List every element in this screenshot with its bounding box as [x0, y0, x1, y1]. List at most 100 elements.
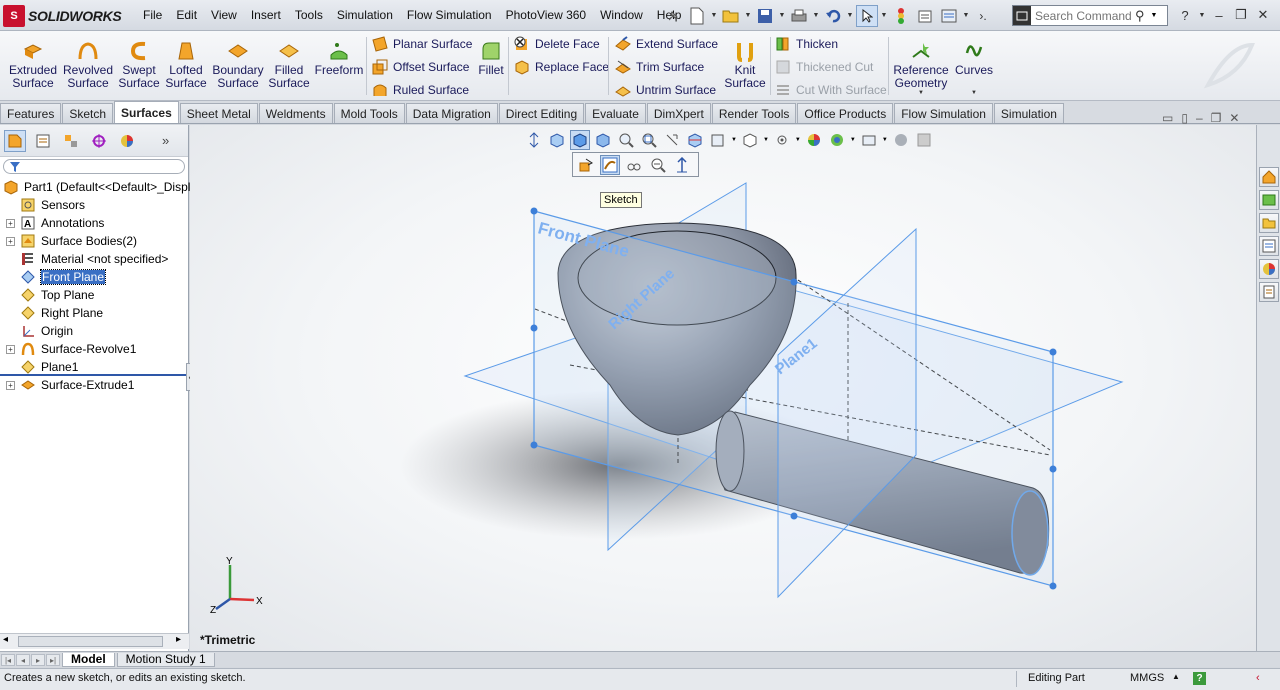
realview-icon[interactable] [891, 130, 911, 150]
edit-appearance-icon[interactable] [804, 130, 824, 150]
fillet-button[interactable]: Fillet [476, 35, 506, 97]
delete-face-button[interactable]: Delete Face [514, 34, 600, 54]
undo-icon[interactable] [822, 5, 844, 27]
search-icon[interactable]: ⚲ [1135, 8, 1145, 24]
solidworks-resources-icon[interactable] [1259, 167, 1279, 187]
tree-item-right-plane[interactable]: Right Plane [0, 304, 188, 322]
scrollbar-thumb[interactable] [18, 636, 163, 647]
thicken-button[interactable]: Thicken [775, 34, 838, 54]
boundary-surface-button[interactable]: Boundary Surface [212, 35, 264, 97]
doc-close-icon[interactable]: ✕ [1229, 111, 1239, 125]
tab-model[interactable]: Model [62, 652, 115, 667]
view-orientation-arrow-icon[interactable] [524, 130, 544, 150]
shadows-icon[interactable] [914, 130, 934, 150]
hide-show-icon[interactable] [624, 155, 644, 175]
doc-minimize-icon[interactable]: – [1196, 111, 1203, 125]
freeform-button[interactable]: Freeform [314, 35, 364, 97]
view-settings-icon[interactable] [859, 130, 879, 150]
menu-window[interactable]: Window [593, 0, 650, 31]
view-orientation-icon[interactable] [708, 130, 728, 150]
normal-to-view-icon[interactable] [570, 130, 590, 150]
tree-item-origin[interactable]: Origin [0, 322, 188, 340]
tab-sketch[interactable]: Sketch [62, 103, 114, 123]
tree-item-surface-revolve1[interactable]: + Surface-Revolve1 [0, 340, 188, 358]
appearances-icon[interactable] [1259, 259, 1279, 279]
chevron-down-icon[interactable]: ▼ [1198, 12, 1206, 19]
minimize-icon[interactable]: – [1210, 8, 1228, 23]
chevron-down-icon[interactable]: ▼ [778, 5, 786, 27]
custom-properties-icon[interactable] [1259, 282, 1279, 302]
rebuild-icon[interactable] [890, 5, 912, 27]
chevron-down-icon[interactable]: ▼ [795, 137, 801, 143]
new-document-icon[interactable] [686, 5, 708, 27]
apply-scene-icon[interactable] [827, 130, 847, 150]
dimxpert-manager-tab-icon[interactable] [88, 130, 110, 152]
tab-dimxpert[interactable]: DimXpert [646, 103, 711, 123]
options-icon[interactable] [938, 5, 960, 27]
thickened-cut-button[interactable]: Thickened Cut [775, 57, 873, 77]
prev-tab-icon[interactable]: ◂ [16, 653, 30, 666]
units-selector[interactable]: MMGS [1130, 672, 1164, 684]
swept-surface-button[interactable]: Swept Surface [118, 35, 160, 97]
next-tab-icon[interactable]: ▸ [31, 653, 45, 666]
open-folder-icon[interactable] [720, 5, 742, 27]
expand-panel-icon[interactable]: » [162, 133, 169, 148]
chevron-down-icon[interactable]: ▼ [962, 5, 970, 27]
ruled-surface-button[interactable]: Ruled Surface [372, 80, 469, 100]
chevron-down-icon[interactable]: ▼ [882, 137, 888, 143]
menu-edit[interactable]: Edit [169, 0, 204, 31]
design-library-icon[interactable] [1259, 190, 1279, 210]
tree-item-sensors[interactable]: Sensors [0, 196, 188, 214]
tree-item-surface-extrude1[interactable]: + Surface-Extrude1 [0, 376, 188, 394]
normal-to-icon[interactable] [672, 155, 692, 175]
tab-simulation[interactable]: Simulation [993, 103, 1064, 123]
knit-surface-button[interactable]: Knit Surface [722, 35, 768, 97]
tab-evaluate[interactable]: Evaluate [585, 103, 646, 123]
chevron-down-icon[interactable]: ▼ [971, 90, 977, 96]
tab-motion-study-1[interactable]: Motion Study 1 [116, 652, 215, 667]
menu-tools[interactable]: Tools [288, 0, 330, 31]
chevron-down-icon[interactable]: ▼ [918, 90, 924, 96]
tree-item-annotations[interactable]: + A Annotations [0, 214, 188, 232]
sketch-icon[interactable] [600, 154, 620, 175]
last-tab-icon[interactable]: ▸| [46, 653, 60, 666]
display-manager-tab-icon[interactable] [116, 130, 138, 152]
menu-simulation[interactable]: Simulation [330, 0, 400, 31]
close-icon[interactable]: ✕ [1254, 7, 1272, 23]
search-commands-box[interactable]: ⚲ ▼ [1012, 5, 1168, 26]
expand-status-icon[interactable]: ‹ [1256, 672, 1260, 684]
first-tab-icon[interactable]: |◂ [1, 653, 15, 666]
tree-horizontal-scrollbar[interactable]: ◂ ▸ [0, 633, 189, 649]
tab-surfaces[interactable]: Surfaces [114, 101, 179, 123]
tree-filter-box[interactable] [3, 159, 185, 174]
search-input[interactable] [1031, 8, 1131, 23]
menu-photoview[interactable]: PhotoView 360 [499, 0, 594, 31]
tab-mold-tools[interactable]: Mold Tools [333, 103, 405, 123]
chevron-down-icon[interactable]: ▼ [731, 137, 737, 143]
section-view-icon[interactable] [685, 130, 705, 150]
previous-view-icon[interactable] [662, 130, 682, 150]
menu-view[interactable]: View [204, 0, 244, 31]
zoom-to-area-icon[interactable] [639, 130, 659, 150]
more-icon[interactable]: ›. [972, 5, 994, 27]
file-explorer-icon[interactable] [1259, 213, 1279, 233]
pin-icon[interactable] [662, 5, 684, 27]
select-arrow-icon[interactable] [856, 4, 878, 27]
property-manager-tab-icon[interactable] [32, 130, 54, 152]
doc-restore-icon[interactable]: ❐ [1211, 111, 1222, 125]
tab-weldments[interactable]: Weldments [258, 103, 333, 123]
file-properties-icon[interactable] [914, 5, 936, 27]
revolved-surface-button[interactable]: Revolved Surface [62, 35, 114, 97]
extruded-surface-button[interactable]: Extruded Surface [8, 35, 58, 97]
configuration-manager-tab-icon[interactable] [60, 130, 82, 152]
rollback-bar[interactable] [0, 374, 189, 376]
save-icon[interactable] [754, 5, 776, 27]
lofted-surface-button[interactable]: Lofted Surface [164, 35, 208, 97]
cut-with-surface-button[interactable]: Cut With Surface [775, 80, 887, 100]
expand-icon[interactable]: + [6, 218, 15, 228]
zoom-to-selection-icon[interactable] [648, 155, 668, 175]
chevron-down-icon[interactable]: ▼ [880, 5, 888, 27]
tree-root[interactable]: Part1 (Default<<Default>_Displa [0, 178, 197, 196]
chevron-down-icon[interactable]: ▼ [1151, 12, 1158, 19]
isometric-view-icon[interactable] [593, 130, 613, 150]
